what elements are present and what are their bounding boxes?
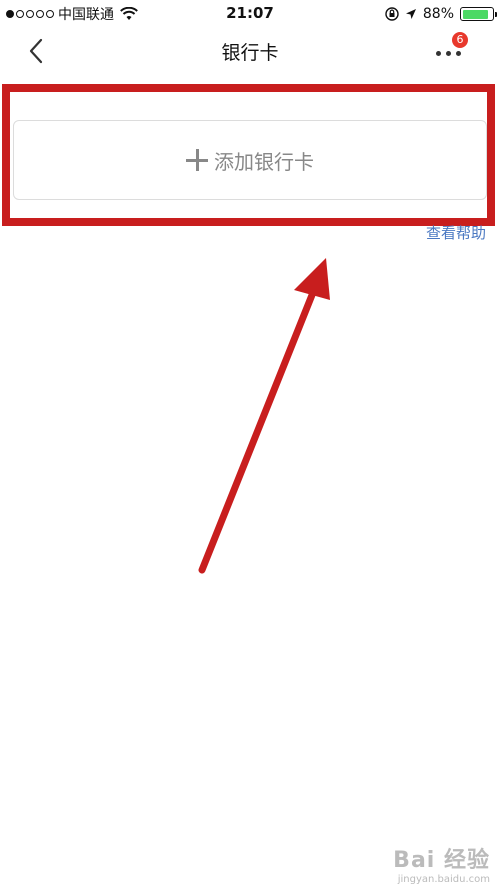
plus-icon xyxy=(186,149,208,171)
watermark: Bai 经验 jingyan.baidu.com xyxy=(393,842,490,885)
add-bank-card-label: 添加银行卡 xyxy=(214,149,314,174)
battery-percent: 88% xyxy=(422,6,454,22)
more-icon xyxy=(436,51,461,56)
help-link[interactable]: 查看帮助 xyxy=(426,222,486,243)
watermark-domain: jingyan.baidu.com xyxy=(397,874,490,885)
battery-icon xyxy=(460,7,497,21)
watermark-logo: Bai 经验 xyxy=(393,848,490,873)
location-icon xyxy=(405,9,416,19)
add-bank-card-button[interactable]: 添加银行卡 xyxy=(13,120,487,200)
nav-bar: 银行卡 6 xyxy=(0,28,500,74)
status-bar: 中国联通 21:07 88% xyxy=(0,0,500,28)
notification-badge: 6 xyxy=(452,32,468,48)
rotation-lock-icon xyxy=(385,7,399,21)
page-title: 银行卡 xyxy=(221,42,279,64)
status-right: 88% xyxy=(385,4,497,24)
more-button[interactable]: 6 xyxy=(430,32,470,66)
